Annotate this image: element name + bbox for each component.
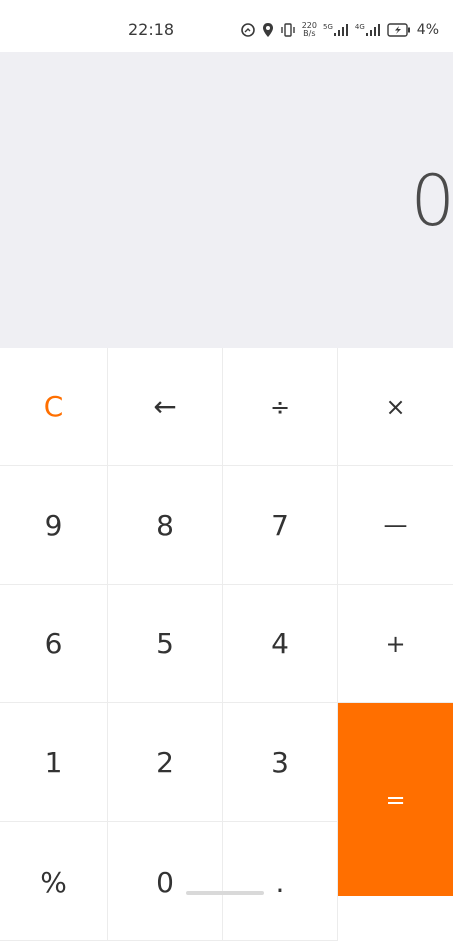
equals-button[interactable]: = (338, 703, 453, 896)
location-icon (262, 22, 274, 38)
digit-4-button[interactable]: 4 (223, 585, 338, 703)
multiply-button[interactable]: × (338, 348, 453, 466)
net-speed: 220 B/s (302, 22, 317, 38)
digit-9-button[interactable]: 9 (0, 466, 108, 585)
percent-button[interactable]: % (0, 822, 108, 941)
sim2-label: 4G (354, 23, 365, 31)
status-time: 22:18 (128, 20, 175, 39)
digit-1-button[interactable]: 1 (0, 703, 108, 822)
signal-sim2-icon: 4G (355, 23, 381, 37)
digit-8-button[interactable]: 8 (108, 466, 223, 585)
keypad: C ← ÷ × 9 8 7 — 6 5 4 + 1 2 3 = % 0 . (0, 348, 453, 941)
clear-button[interactable]: C (0, 348, 108, 466)
status-bar: 22:18 220 B/s 5G 4G 4% (0, 0, 453, 52)
calculator-display: 0 (0, 52, 453, 348)
digit-2-button[interactable]: 2 (108, 703, 223, 822)
digit-0-button[interactable]: 0 (108, 822, 223, 941)
minus-button[interactable]: — (338, 466, 453, 585)
signal-sim1-icon: 5G (323, 23, 349, 37)
battery-percent: 4% (416, 22, 439, 38)
net-speed-unit: B/s (303, 29, 316, 38)
digit-7-button[interactable]: 7 (223, 466, 338, 585)
digit-3-button[interactable]: 3 (223, 703, 338, 822)
battery-charging-icon (387, 23, 411, 37)
backspace-button[interactable]: ← (108, 348, 223, 466)
sim1-label: 5G (323, 23, 333, 31)
vibrate-icon (280, 23, 296, 37)
status-icons: 220 B/s 5G 4G 4% (240, 20, 439, 40)
display-value: 0 (410, 160, 453, 242)
digit-5-button[interactable]: 5 (108, 585, 223, 703)
decimal-button[interactable]: . (223, 822, 338, 941)
plus-button[interactable]: + (338, 585, 453, 703)
digit-6-button[interactable]: 6 (0, 585, 108, 703)
divide-button[interactable]: ÷ (223, 348, 338, 466)
home-indicator[interactable] (186, 891, 264, 895)
data-saver-icon (240, 22, 256, 38)
